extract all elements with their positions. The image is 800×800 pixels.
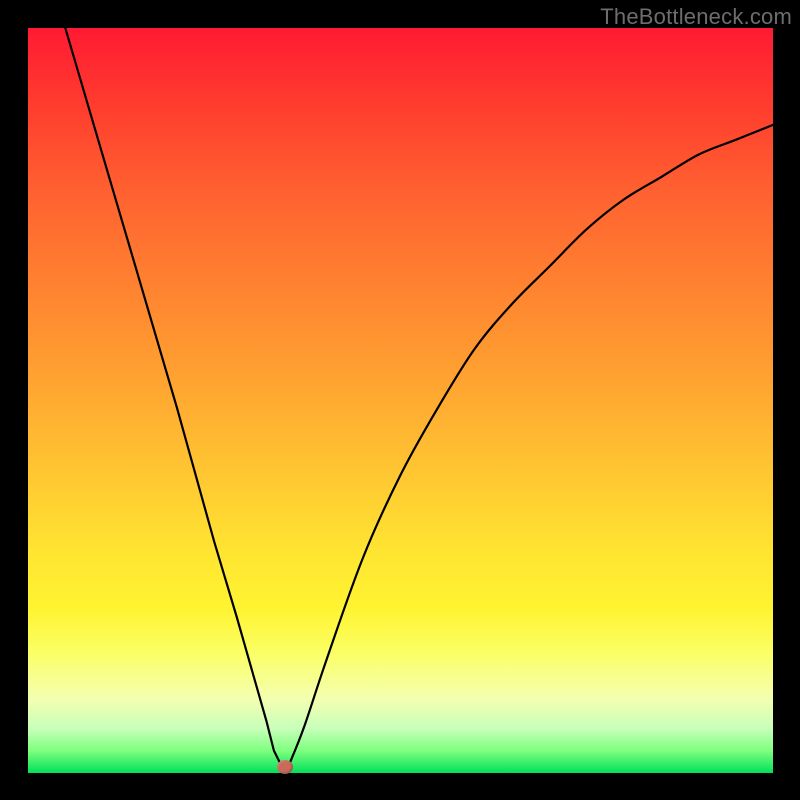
watermark-text: TheBottleneck.com: [600, 4, 792, 30]
plot-area: [28, 28, 773, 773]
chart-frame: TheBottleneck.com: [0, 0, 800, 800]
curve-path: [65, 28, 773, 768]
minimum-marker-dot: [277, 760, 293, 774]
bottleneck-curve: [28, 28, 773, 773]
